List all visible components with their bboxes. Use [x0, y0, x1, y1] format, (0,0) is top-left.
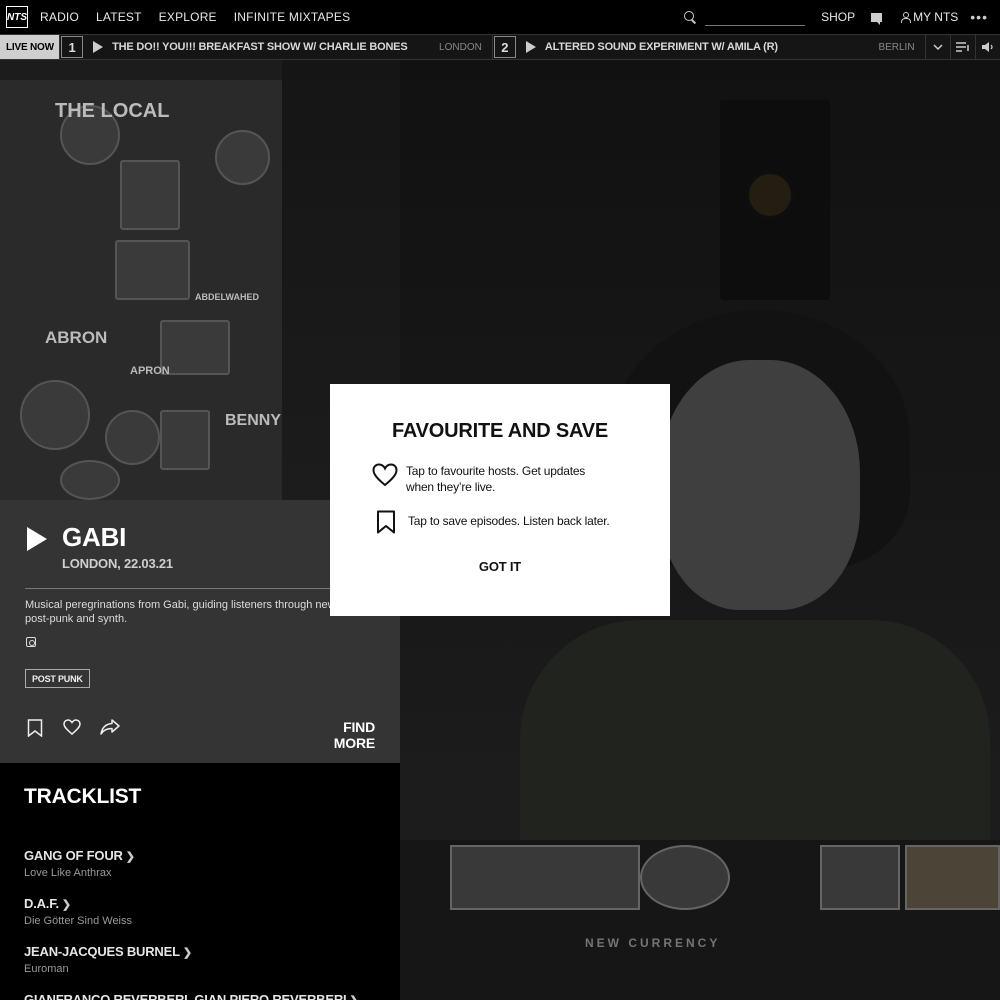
track-item[interactable]: JEAN-JACQUES BURNEL ❯ Euroman	[24, 944, 192, 975]
modal-title: FAVOURITE AND SAVE	[391, 420, 609, 442]
save-button[interactable]	[27, 719, 47, 739]
sticker	[60, 460, 120, 500]
playlist-icon[interactable]	[949, 35, 975, 59]
wall-text: ABRON	[45, 328, 108, 347]
nav-infinite-mixtapes[interactable]: INFINITE MIXTAPES	[234, 10, 351, 24]
play-icon[interactable]	[27, 527, 47, 551]
share-icon[interactable]	[100, 719, 120, 739]
chat-icon[interactable]	[871, 12, 883, 25]
save-row: Tap to save episodes. Listen back later.	[372, 510, 618, 539]
wall-text: APRON	[130, 365, 170, 377]
channel-number: 2	[493, 36, 516, 58]
play-icon[interactable]	[525, 41, 536, 53]
nts-logo[interactable]: NTS	[6, 6, 28, 28]
favourite-save-modal: FAVOURITE AND SAVE Tap to favourite host…	[330, 384, 670, 616]
sticker	[160, 410, 210, 470]
sticker	[105, 410, 160, 465]
chevron-right-icon: ❯	[349, 995, 358, 1000]
channel-show-title[interactable]: ALTERED SOUND EXPERIMENT W/ AMILA (R)	[545, 41, 879, 53]
show-description: Musical peregrinations from Gabi, guidin…	[25, 599, 368, 625]
show-title: GABI	[62, 522, 127, 552]
divider	[25, 588, 375, 589]
save-text: Tap to save episodes. Listen back later.	[408, 514, 610, 528]
search-icon[interactable]	[683, 10, 697, 24]
instagram-icon[interactable]	[26, 637, 36, 647]
got-it-button[interactable]: GOT IT	[330, 559, 670, 574]
track-title: Die Götter Sind Weiss	[24, 915, 133, 927]
live-channel-2[interactable]: 2 ALTERED SOUND EXPERIMENT W/ AMILA (R) …	[491, 35, 925, 59]
chevron-down-icon[interactable]	[924, 35, 950, 59]
favourite-row: Tap to favourite hosts. Get updates when…	[372, 463, 616, 495]
live-bar: LIVE NOW 1 THE DO!! YOU!!! BREAKFAST SHO…	[0, 34, 1000, 60]
nav-explore[interactable]: EXPLORE	[159, 10, 217, 24]
channel-location: BERLIN	[878, 41, 915, 53]
wall-text: ABDELWAHED	[195, 292, 260, 302]
track-artist[interactable]: D.A.F. ❯	[24, 896, 132, 911]
track-item[interactable]: GIANFRANCO REVERBERI, GIAN PIERO REVERBE…	[24, 992, 359, 1000]
wall-text: BENNY	[225, 412, 282, 429]
track-artist[interactable]: GANG OF FOUR ❯	[24, 848, 135, 863]
nav-shop[interactable]: SHOP	[821, 10, 855, 24]
play-icon[interactable]	[93, 41, 104, 53]
track-artist[interactable]: JEAN-JACQUES BURNEL ❯	[24, 944, 192, 959]
nav-latest[interactable]: LATEST	[96, 10, 142, 24]
top-nav: NTS RADIO LATEST EXPLORE INFINITE MIXTAP…	[0, 0, 1000, 34]
my-nts-link[interactable]: MY NTS	[900, 10, 958, 24]
track-item[interactable]: GANG OF FOUR ❯ Love Like Anthrax	[24, 848, 135, 879]
my-nts-label: MY NTS	[913, 10, 959, 24]
sticker	[115, 240, 190, 300]
live-channel-1[interactable]: 1 THE DO!! YOU!!! BREAKFAST SHOW W/ CHAR…	[59, 35, 492, 59]
heart-icon[interactable]	[63, 719, 83, 739]
channel-location: LONDON	[439, 41, 482, 53]
heart-icon	[372, 463, 398, 492]
chevron-right-icon: ❯	[125, 851, 135, 863]
sticker	[215, 130, 270, 185]
search-input[interactable]	[705, 8, 806, 26]
user-icon	[900, 12, 912, 23]
more-icon[interactable]: •••	[970, 9, 988, 25]
genre-tag[interactable]: POST PUNK	[25, 669, 90, 688]
channel-show-title[interactable]: THE DO!! YOU!!! BREAKFAST SHOW W/ CHARLI…	[112, 41, 439, 53]
volume-icon[interactable]	[974, 35, 1000, 59]
chevron-right-icon: ❯	[61, 899, 71, 911]
favourite-text: Tap to favourite hosts. Get updates when…	[406, 464, 586, 494]
tracklist: TRACKLIST GANG OF FOUR ❯ Love Like Anthra…	[0, 763, 400, 1000]
wall-text: THE LOCAL	[55, 100, 170, 122]
sticker	[20, 380, 90, 450]
sticker	[160, 320, 230, 375]
track-artist[interactable]: GIANFRANCO REVERBERI, GIAN PIERO REVERBE…	[24, 992, 359, 1000]
find-more-link[interactable]: FIND MORE	[300, 719, 375, 751]
show-location-date: LONDON, 22.03.21	[62, 556, 173, 571]
sticker-wall: THE LOCAL ABRON ABDELWAHED BENNY APRON	[0, 80, 282, 500]
chevron-right-icon: ❯	[182, 947, 192, 959]
sticker	[120, 160, 180, 230]
tracklist-heading: TRACKLIST	[24, 785, 142, 808]
live-now-label: LIVE NOW	[0, 35, 60, 59]
track-title: Love Like Anthrax	[24, 867, 112, 879]
nav-radio[interactable]: RADIO	[40, 10, 79, 24]
bookmark-icon	[376, 510, 396, 539]
search-area	[683, 8, 806, 26]
track-title: Euroman	[24, 963, 69, 975]
channel-number: 1	[61, 36, 84, 58]
track-item[interactable]: D.A.F. ❯ Die Götter Sind Weiss	[24, 896, 132, 927]
